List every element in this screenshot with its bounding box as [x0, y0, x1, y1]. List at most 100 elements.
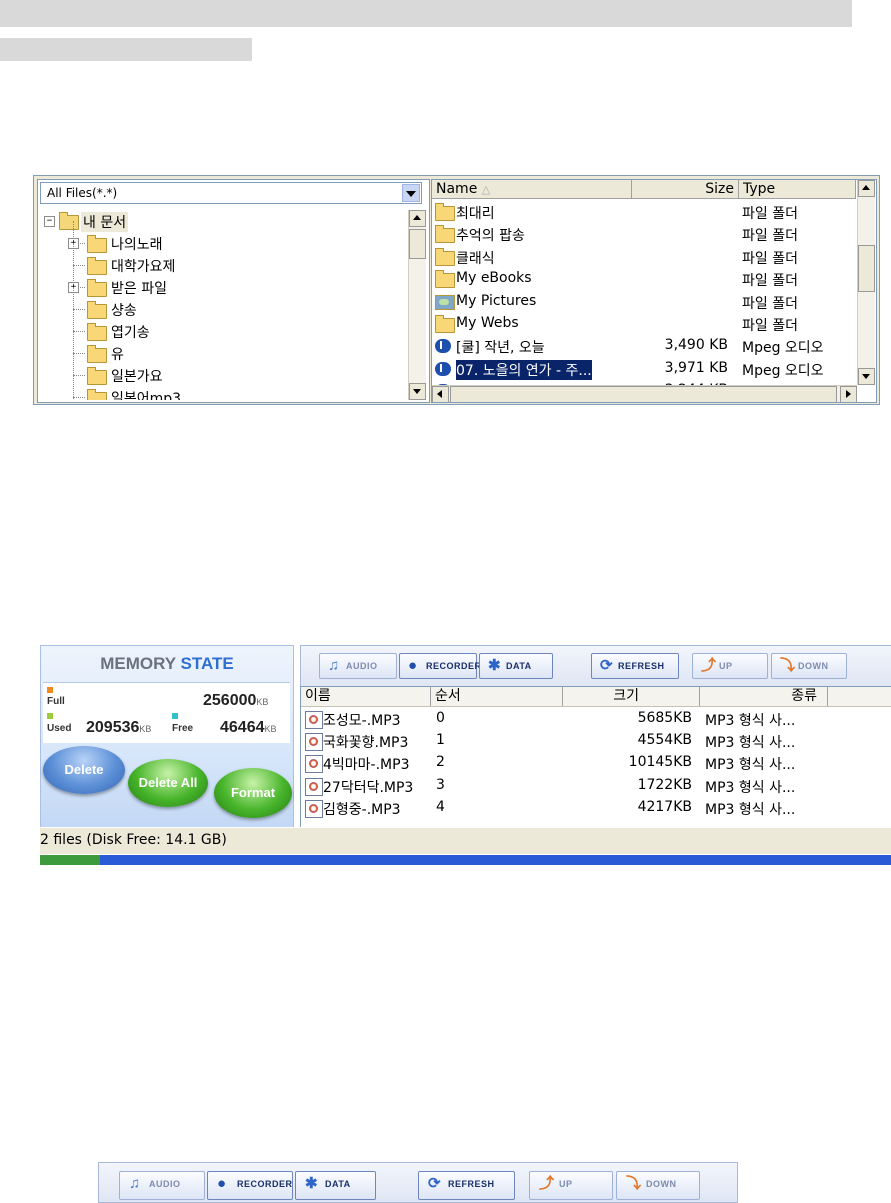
- list-horizontal-scrollbar[interactable]: [432, 385, 857, 402]
- data-button[interactable]: ✱ DATA: [295, 1171, 376, 1200]
- column-order[interactable]: 순서: [431, 687, 563, 706]
- mp3-file-icon: [305, 799, 323, 818]
- device-file-row[interactable]: 27닥터닥.MP3 3 1722KB MP3 형식 사...: [301, 775, 861, 797]
- device-file-order: 0: [436, 710, 445, 726]
- column-kind[interactable]: 종류: [700, 687, 828, 706]
- file-row[interactable]: My eBooks 파일 폴더: [432, 267, 852, 289]
- disc-icon: ●: [408, 657, 418, 674]
- device-file-size: 10145KB: [628, 754, 692, 771]
- free-label: Free: [172, 723, 194, 734]
- device-file-order: 2: [436, 754, 445, 771]
- file-row[interactable]: 추억의 팝송 파일 폴더: [432, 222, 852, 244]
- scroll-thumb-horizontal[interactable]: [450, 386, 837, 402]
- free-value: 46464KB: [220, 719, 277, 736]
- mp3-file-icon: [305, 777, 323, 796]
- device-file-row[interactable]: 김형중-.MP3 4 4217KB MP3 형식 사...: [301, 797, 861, 819]
- delete-all-button[interactable]: Delete All: [128, 759, 208, 807]
- mp3-icon: [435, 339, 451, 354]
- tree-item[interactable]: − 내 문서: [40, 210, 400, 232]
- refresh-icon: ⟳: [600, 657, 613, 674]
- tree-item[interactable]: 엽기송: [40, 309, 400, 342]
- file-row[interactable]: 07. 노을의 연가 - 주... 3,971 KB Mpeg 오디오: [432, 357, 852, 381]
- down-arrow-icon: ⤵: [780, 657, 796, 674]
- device-file-list: 이름 순서 크기 종류 조성모-.MP3 0 5685KB MP3 형식 사... 국화…: [300, 686, 891, 828]
- audio-button[interactable]: ♫ AUDIO: [119, 1171, 205, 1200]
- tree-item[interactable]: + 나의노래: [40, 221, 400, 254]
- file-row[interactable]: [쿨] 작년, 오늘 3,490 KB Mpeg 오디오: [432, 334, 852, 356]
- device-file-kind: MP3 형식 사...: [705, 779, 796, 796]
- tree-item-label: 엽기송: [111, 325, 150, 341]
- device-file-kind: MP3 형식 사...: [705, 713, 796, 729]
- mp3-file-icon: [305, 711, 323, 729]
- scroll-right-icon[interactable]: [840, 386, 857, 402]
- refresh-button[interactable]: ⟳ REFRESH: [591, 653, 679, 679]
- mp3-file-icon: [305, 733, 323, 752]
- tree-item[interactable]: 일본가요: [40, 353, 400, 386]
- file-type: Mpeg 오디오: [742, 340, 824, 357]
- memory-state-panel: MEMORY STATE Full 256000KB Used 209536KB…: [40, 645, 294, 828]
- file-type: 파일 폴더: [742, 228, 798, 245]
- device-file-name: 김형중-.MP3: [323, 801, 401, 818]
- my-documents-icon: [59, 212, 79, 230]
- audio-button[interactable]: ♫ AUDIO: [319, 653, 397, 679]
- music-note-icon: ♫: [129, 1175, 141, 1192]
- folder-icon: [435, 247, 455, 266]
- column-type[interactable]: Type: [739, 180, 856, 198]
- column-size[interactable]: Size: [632, 180, 739, 198]
- folder-icon: [87, 323, 107, 341]
- data-button-label: DATA: [325, 1179, 351, 1189]
- dropdown-arrow-icon[interactable]: [402, 184, 420, 202]
- tree-line: [73, 265, 85, 266]
- tree-item[interactable]: + 받은 파일: [40, 265, 400, 298]
- scroll-up-icon[interactable]: [858, 180, 875, 197]
- tree-line: [73, 353, 74, 375]
- tree-item[interactable]: 유: [40, 331, 400, 364]
- column-name[interactable]: Name △: [432, 180, 632, 198]
- list-vertical-scrollbar[interactable]: [857, 180, 875, 385]
- tree-item[interactable]: 샹송: [40, 287, 400, 320]
- file-name: 최대리: [456, 206, 495, 222]
- memory-state-title: MEMORY STATE: [100, 654, 234, 673]
- device-file-row[interactable]: 조성모-.MP3 0 5685KB MP3 형식 사...: [301, 708, 861, 730]
- down-button[interactable]: ⤵ DOWN: [616, 1171, 700, 1200]
- device-file-row[interactable]: 4빅마마-.MP3 2 10145KB MP3 형식 사...: [301, 752, 861, 774]
- scroll-up-icon[interactable]: [409, 210, 426, 227]
- file-row[interactable]: 클래식 파일 폴더: [432, 245, 852, 267]
- asterisk-icon: ✱: [488, 657, 501, 674]
- header-gray-bar: [0, 0, 852, 27]
- scroll-down-icon[interactable]: [409, 383, 426, 400]
- scroll-thumb[interactable]: [409, 229, 426, 259]
- down-button[interactable]: ⤵ DOWN: [771, 653, 847, 679]
- device-file-row[interactable]: 국화꽃향.MP3 1 4554KB MP3 형식 사...: [301, 730, 861, 752]
- file-row[interactable]: 최대리 파일 폴더: [432, 200, 852, 222]
- data-button[interactable]: ✱ DATA: [479, 653, 553, 679]
- recorder-button[interactable]: ● RECORDER: [207, 1171, 293, 1200]
- file-name: 클래식: [456, 250, 495, 267]
- scroll-down-icon[interactable]: [858, 368, 875, 385]
- column-name[interactable]: 이름: [301, 687, 431, 706]
- delete-button[interactable]: Delete: [43, 746, 125, 794]
- tree-line: [73, 243, 74, 265]
- asterisk-icon: ✱: [305, 1175, 318, 1192]
- file-row[interactable]: My Webs 파일 폴더: [432, 312, 852, 334]
- tree-item[interactable]: 대학가요제: [40, 243, 400, 276]
- file-type: 파일 폴더: [742, 250, 798, 267]
- scroll-left-icon[interactable]: [432, 386, 449, 402]
- tree-vertical-scrollbar[interactable]: [408, 210, 426, 400]
- down-button-label: DOWN: [798, 661, 829, 671]
- refresh-button[interactable]: ⟳ REFRESH: [418, 1171, 515, 1200]
- up-button[interactable]: ⤴ UP: [529, 1171, 613, 1200]
- file-filter-select[interactable]: All Files(*.*): [40, 182, 422, 204]
- recorder-button[interactable]: ● RECORDER: [399, 653, 481, 679]
- file-row[interactable]: My Pictures 파일 폴더: [432, 290, 852, 312]
- scroll-thumb[interactable]: [858, 245, 875, 292]
- device-file-size: 1722KB: [637, 776, 692, 793]
- format-button[interactable]: Format: [214, 768, 292, 818]
- file-type: 파일 폴더: [742, 273, 798, 290]
- up-button[interactable]: ⤴ UP: [692, 653, 768, 679]
- collapse-icon[interactable]: −: [44, 216, 55, 227]
- column-size[interactable]: 크기: [563, 687, 700, 706]
- explorer-window: All Files(*.*) − 내 문서 + 나의노래 대학가요제 + 받은 파일 샹송엽기…: [33, 175, 880, 405]
- tree-item[interactable]: 일본어mp3: [40, 375, 400, 400]
- device-file-kind: MP3 형식 사...: [705, 735, 796, 752]
